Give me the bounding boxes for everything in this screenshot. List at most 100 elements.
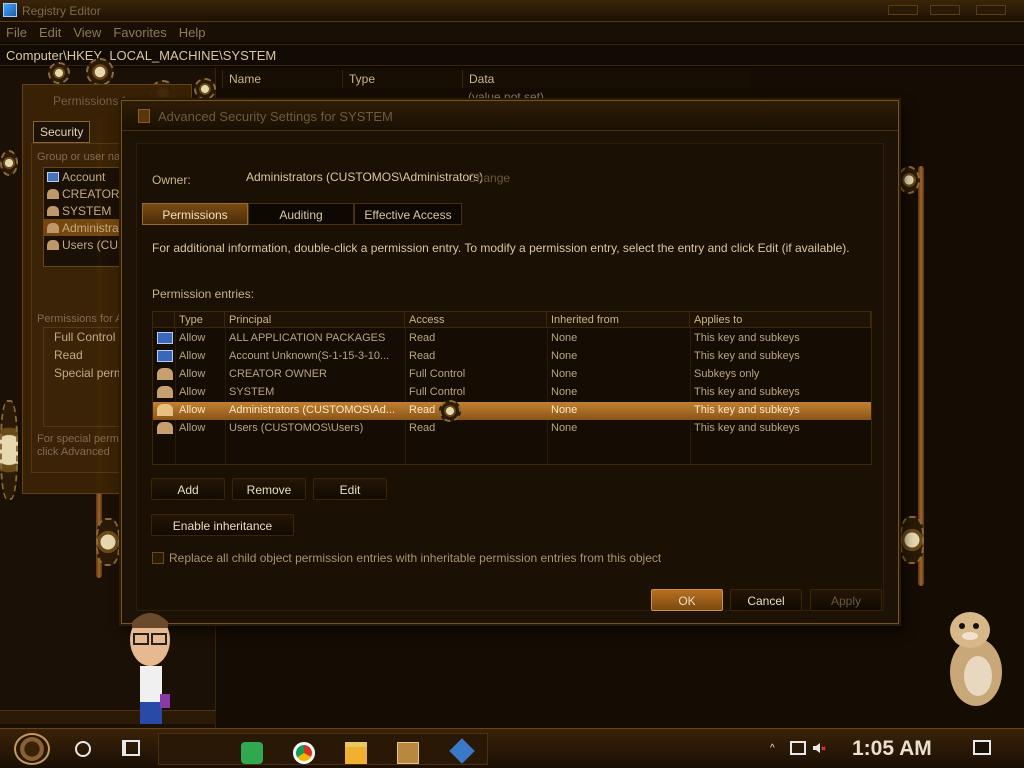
cell-applies: Subkeys only (694, 368, 760, 380)
menu-favorites[interactable]: Favorites (107, 22, 172, 42)
add-button[interactable]: Add (151, 478, 225, 500)
tab-effective-access[interactable]: Effective Access (354, 203, 462, 225)
taskbar: ^ 1:05 AM (0, 728, 1024, 768)
cell-access: Read (409, 332, 436, 344)
cell-type: Allow (179, 350, 206, 362)
tab-auditing[interactable]: Auditing (248, 203, 354, 225)
gear-icon (900, 516, 924, 564)
replace-permissions-row[interactable]: Replace all child object permission entr… (152, 551, 661, 565)
cell-principal: Administrators (CUSTOMOS\Ad... (229, 404, 396, 416)
table-row[interactable]: Allow ALL APPLICATION PACKAGES Read None… (153, 330, 871, 348)
gear-icon (96, 518, 120, 566)
column-icon (153, 312, 175, 328)
cell-access: Read (409, 404, 436, 416)
registry-menubar: File Edit View Favorites Help (0, 22, 1024, 42)
package-icon (157, 332, 173, 344)
ok-button[interactable]: OK (651, 589, 723, 611)
table-row[interactable]: Allow SYSTEM Full Control None This key … (153, 384, 871, 402)
list-item-label: Users (CUS (62, 237, 127, 252)
column-type[interactable]: Type (175, 312, 225, 328)
app-box-icon[interactable] (397, 742, 419, 764)
registry-editor-icon[interactable] (449, 738, 475, 764)
chrome-icon[interactable] (293, 742, 315, 764)
cell-inherited: None (551, 404, 578, 416)
remove-button[interactable]: Remove (232, 478, 306, 500)
apply-button[interactable]: Apply (810, 589, 882, 611)
cell-access: Full Control (409, 386, 466, 398)
volume-muted-icon[interactable] (812, 741, 826, 755)
menu-file[interactable]: File (0, 22, 33, 42)
column-access[interactable]: Access (405, 312, 547, 328)
gear-cursor-icon (439, 400, 461, 422)
task-view-icon[interactable] (122, 740, 140, 756)
taskbar-apps-area (158, 733, 488, 765)
list-item-label: SYSTEM (62, 203, 112, 218)
permission-entries-table[interactable]: Type Principal Access Inherited from App… (152, 311, 872, 465)
tree-horizontal-scrollbar[interactable] (0, 710, 216, 724)
menu-help[interactable]: Help (173, 22, 212, 42)
registry-title: Registry Editor (22, 4, 101, 18)
package-icon (157, 350, 173, 362)
search-icon[interactable] (75, 741, 91, 757)
clock-time[interactable]: 1:05 AM (852, 737, 932, 761)
menu-edit[interactable]: Edit (33, 22, 67, 42)
column-inherited-from[interactable]: Inherited from (547, 312, 690, 328)
tab-permissions[interactable]: Permissions (142, 203, 248, 225)
tab-security[interactable]: Security (33, 121, 91, 143)
table-row-selected[interactable]: Allow Administrators (CUSTOMOS\Ad... Rea… (153, 400, 871, 422)
address-bar[interactable]: Computer\HKEY_LOCAL_MACHINE\SYSTEM (0, 44, 1024, 66)
column-principal[interactable]: Principal (225, 312, 405, 328)
cell-inherited: None (551, 386, 578, 398)
change-owner-link[interactable]: Change (468, 171, 510, 185)
registry-titlebar: Registry Editor (0, 0, 1024, 22)
edit-button[interactable]: Edit (313, 478, 387, 500)
cell-access: Read (409, 350, 436, 362)
owner-label: Owner: (152, 173, 191, 187)
gear-icon (48, 62, 70, 84)
tray-overflow-icon[interactable]: ^ (770, 743, 775, 754)
users-icon (157, 404, 173, 416)
table-row[interactable]: Allow Account Unknown(S-1-15-3-10... Rea… (153, 348, 871, 366)
users-icon (47, 239, 59, 250)
minimize-button[interactable] (888, 5, 918, 15)
close-button[interactable] (976, 5, 1006, 15)
notification-center-icon[interactable] (973, 740, 991, 755)
cell-principal: Users (CUSTOMOS\Users) (229, 422, 364, 434)
cell-type: Allow (179, 386, 206, 398)
info-text: For additional information, double-click… (152, 241, 850, 255)
cell-type: Allow (179, 332, 206, 344)
menu-view[interactable]: View (67, 22, 107, 42)
enable-inheritance-button[interactable]: Enable inheritance (151, 514, 294, 536)
cell-type: Allow (179, 422, 206, 434)
column-data[interactable]: Data (462, 70, 750, 88)
cell-applies: This key and subkeys (694, 422, 800, 434)
column-name[interactable]: Name (222, 70, 340, 88)
cancel-button[interactable]: Cancel (730, 589, 802, 611)
gear-icon (86, 58, 114, 86)
column-applies-to[interactable]: Applies to (690, 312, 871, 328)
notes-app-icon[interactable] (241, 742, 263, 764)
cell-type: Allow (179, 404, 206, 416)
gear-icon (194, 78, 216, 100)
column-type[interactable]: Type (342, 70, 462, 88)
advanced-security-titlebar[interactable]: Advanced Security Settings for SYSTEM (122, 101, 898, 131)
network-icon[interactable] (790, 741, 806, 755)
maximize-button[interactable] (930, 5, 960, 15)
start-button[interactable] (14, 733, 50, 765)
table-row[interactable]: Allow CREATOR OWNER Full Control None Su… (153, 366, 871, 384)
users-icon (157, 386, 173, 398)
users-icon (157, 422, 173, 434)
cell-applies: This key and subkeys (694, 404, 800, 416)
users-icon (157, 368, 173, 380)
users-icon (47, 222, 59, 233)
file-explorer-icon[interactable] (345, 742, 367, 764)
table-row[interactable]: Allow Users (CUSTOMOS\Users) Read None T… (153, 420, 871, 438)
package-icon (47, 171, 59, 182)
cell-inherited: None (551, 350, 578, 362)
replace-permissions-checkbox[interactable] (152, 552, 164, 564)
cell-inherited: None (551, 332, 578, 344)
gear-icon (898, 166, 920, 194)
shield-icon (138, 109, 150, 123)
replace-permissions-label: Replace all child object permission entr… (169, 551, 662, 565)
cell-inherited: None (551, 368, 578, 380)
